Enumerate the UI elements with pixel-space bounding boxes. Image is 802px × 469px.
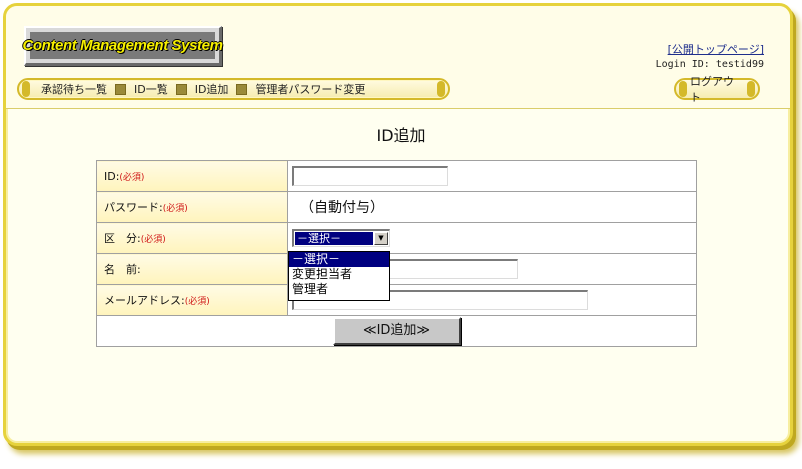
form-row-id: ID:(必須) — [96, 160, 697, 192]
form-row-category: 区 分:(必須) －選択－ ▼ — [96, 222, 697, 254]
name-label-cell: 名 前: — [96, 253, 288, 285]
nav-separator-icon — [236, 83, 248, 95]
name-label: 名 前: — [104, 263, 141, 276]
nav-separator-icon — [115, 83, 126, 95]
category-label-cell: 区 分:(必須) — [96, 222, 288, 254]
password-label-cell: パスワード:(必須) — [96, 191, 288, 223]
logo: Content Management System — [22, 26, 223, 66]
chevron-down-icon[interactable]: ▼ — [374, 232, 388, 245]
nav-separator-icon — [175, 83, 187, 95]
form-row-email: メールアドレス:(必須) — [96, 284, 697, 316]
nav-item-id-list[interactable]: ID一覧 — [126, 81, 176, 97]
nav-cap-left — [22, 81, 30, 97]
required-mark: (必須) — [162, 204, 188, 214]
nav-bar: 承認待ち一覧 ID一覧 ID追加 管理者パスワード変更 — [17, 78, 450, 100]
password-auto-assigned: （自動付与） — [300, 200, 384, 216]
nav-item-pending-approvals[interactable]: 承認待ち一覧 — [33, 81, 115, 97]
category-selected-value[interactable]: －選択－ — [295, 232, 373, 245]
required-mark: (必須) — [140, 235, 166, 245]
required-mark: (必須) — [184, 297, 210, 307]
category-label: 区 分: — [104, 232, 141, 245]
id-label: ID: — [104, 169, 120, 183]
email-label-cell: メールアドレス:(必須) — [96, 284, 288, 316]
page-title: ID追加 — [376, 126, 426, 145]
add-id-submit-button[interactable]: ≪ID追加≫ — [332, 317, 461, 345]
logo-text: Content Management System — [22, 37, 223, 54]
id-label-cell: ID:(必須) — [96, 160, 288, 192]
form-row-name: 名 前: — [96, 253, 697, 285]
add-id-form: ID:(必須) パスワード:(必須) （自動付与） 区 分:(必須) －選択－ … — [96, 160, 697, 347]
nav-item-admin-password[interactable]: 管理者パスワード変更 — [247, 81, 373, 97]
password-label: パスワード: — [104, 201, 163, 214]
id-input[interactable] — [292, 166, 448, 186]
nav-cap-right — [437, 81, 445, 97]
email-label: メールアドレス: — [104, 294, 185, 307]
public-top-page-link[interactable]: [公開トップページ] — [668, 41, 764, 57]
required-mark: (必須) — [119, 172, 145, 183]
form-row-submit: ≪ID追加≫ — [96, 315, 697, 347]
login-id-label: Login ID: testid99 — [655, 59, 764, 70]
header: Content Management System [公開トップページ] Log… — [6, 6, 790, 109]
category-option[interactable]: －選択－ — [289, 252, 389, 267]
logout-button[interactable]: ログアウト — [674, 75, 760, 104]
category-dropdown-list: －選択－ 変更担当者 管理者 — [288, 251, 390, 301]
category-option[interactable]: 変更担当者 — [289, 267, 389, 282]
logout-label[interactable]: ログアウト — [690, 73, 744, 105]
form-row-password: パスワード:(必須) （自動付与） — [96, 191, 697, 223]
nav-item-add-id[interactable]: ID追加 — [187, 81, 237, 97]
category-option[interactable]: 管理者 — [289, 282, 389, 297]
category-select[interactable]: －選択－ ▼ — [292, 229, 390, 247]
